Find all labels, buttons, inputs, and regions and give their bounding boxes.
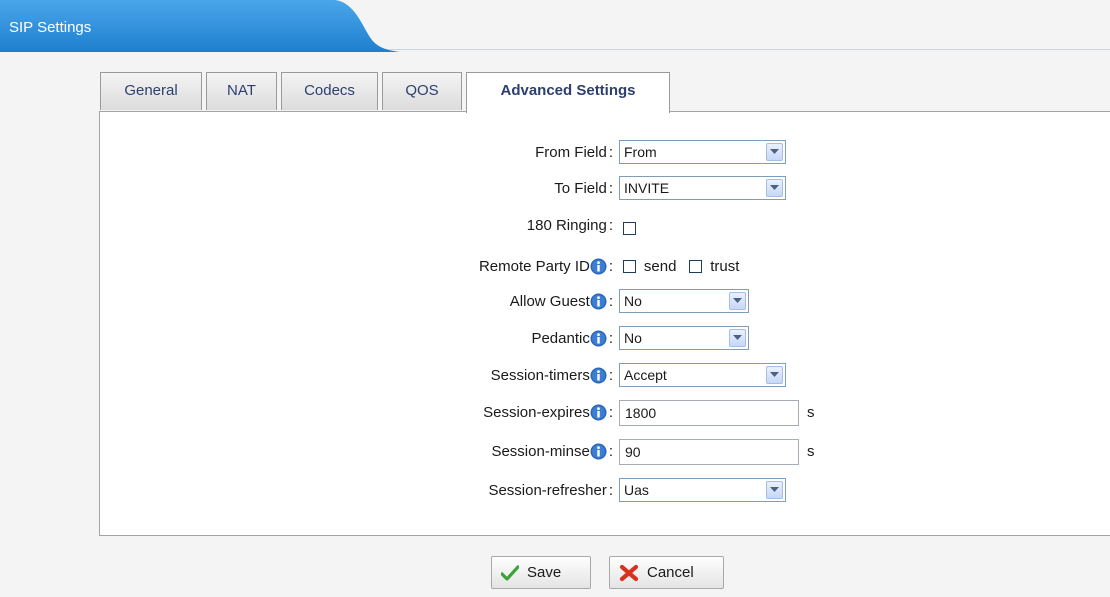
row-pedantic: Pedantic : No <box>100 326 1110 352</box>
pedantic-label: Pedantic <box>531 330 590 347</box>
tab-general[interactable]: General <box>100 72 202 110</box>
cancel-button[interactable]: Cancel <box>609 556 724 589</box>
row-180-ringing: 180 Ringing: <box>100 213 1110 239</box>
session-timers-value: Accept <box>624 367 667 383</box>
from-field-value: From <box>624 144 657 160</box>
session-expires-input[interactable]: 1800 <box>619 400 799 426</box>
to-field-select[interactable]: INVITE <box>619 176 786 200</box>
chevron-down-icon[interactable] <box>766 143 783 161</box>
page-title: SIP Settings <box>9 19 92 36</box>
tab-codecs[interactable]: Codecs <box>281 72 378 110</box>
session-minse-input[interactable]: 90 <box>619 439 799 465</box>
info-icon[interactable] <box>590 443 607 460</box>
row-remote-party-id: Remote Party ID : send trust <box>478 257 740 275</box>
chevron-down-icon[interactable] <box>766 179 783 197</box>
cancel-button-label: Cancel <box>647 564 694 581</box>
tab-nat[interactable]: NAT <box>206 72 277 110</box>
session-expires-unit: s <box>807 404 815 421</box>
session-minse-label: Session-minse <box>491 443 590 460</box>
tab-qos[interactable]: QOS <box>382 72 462 110</box>
remote-party-send-checkbox[interactable] <box>623 259 636 273</box>
page-header: SIP Settings <box>0 0 1110 56</box>
remote-party-trust-label: trust <box>710 257 740 275</box>
advanced-settings-panel: From Field: From To Field: INVITE 180 Ri… <box>99 111 1110 536</box>
row-from-field: From Field: From <box>100 140 1110 166</box>
session-refresher-value: Uas <box>624 482 649 498</box>
chevron-down-icon[interactable] <box>766 481 783 499</box>
info-icon[interactable] <box>590 367 607 384</box>
to-field-label: To Field <box>554 180 607 197</box>
row-session-timers: Session-timers : Accept <box>100 363 1110 389</box>
from-field-label: From Field <box>535 144 607 161</box>
remote-party-id-label: Remote Party ID <box>478 258 590 275</box>
pedantic-value: No <box>624 330 642 346</box>
checkmark-icon <box>501 564 519 581</box>
allow-guest-value: No <box>624 293 642 309</box>
save-button-label: Save <box>527 564 562 581</box>
ringing-180-label: 180 Ringing <box>526 217 607 234</box>
remote-party-send-label: send <box>643 257 677 275</box>
info-icon[interactable] <box>590 404 607 421</box>
tab-advanced-settings[interactable]: Advanced Settings <box>466 72 670 113</box>
session-minse-value: 90 <box>625 444 641 460</box>
session-timers-label: Session-timers <box>490 367 590 384</box>
row-session-refresher: Session-refresher: Uas <box>100 478 1110 504</box>
info-icon[interactable] <box>590 258 607 275</box>
chevron-down-icon[interactable] <box>729 329 746 347</box>
to-field-value: INVITE <box>624 180 670 196</box>
ringing-180-checkbox[interactable] <box>623 221 636 235</box>
session-minse-unit: s <box>807 443 815 460</box>
remote-party-trust-checkbox[interactable] <box>689 259 703 273</box>
chevron-down-icon[interactable] <box>729 292 746 310</box>
session-timers-select[interactable]: Accept <box>619 363 786 387</box>
from-field-select[interactable]: From <box>619 140 786 164</box>
close-icon <box>619 564 639 581</box>
session-refresher-label: Session-refresher <box>488 482 607 499</box>
row-to-field: To Field: INVITE <box>100 176 1110 202</box>
session-expires-label: Session-expires <box>483 404 590 421</box>
info-icon[interactable] <box>590 293 607 310</box>
session-expires-value: 1800 <box>625 405 657 421</box>
allow-guest-label: Allow Guest <box>509 293 590 310</box>
save-button[interactable]: Save <box>491 556 591 589</box>
session-refresher-select[interactable]: Uas <box>619 478 786 502</box>
chevron-down-icon[interactable] <box>766 366 783 384</box>
row-session-expires: Session-expires : 1800 s <box>100 400 1110 426</box>
allow-guest-select[interactable]: No <box>619 289 749 313</box>
info-icon[interactable] <box>590 330 607 347</box>
row-allow-guest: Allow Guest : No <box>100 289 1110 315</box>
pedantic-select[interactable]: No <box>619 326 749 350</box>
row-session-minse: Session-minse : 90 s <box>100 439 1110 465</box>
